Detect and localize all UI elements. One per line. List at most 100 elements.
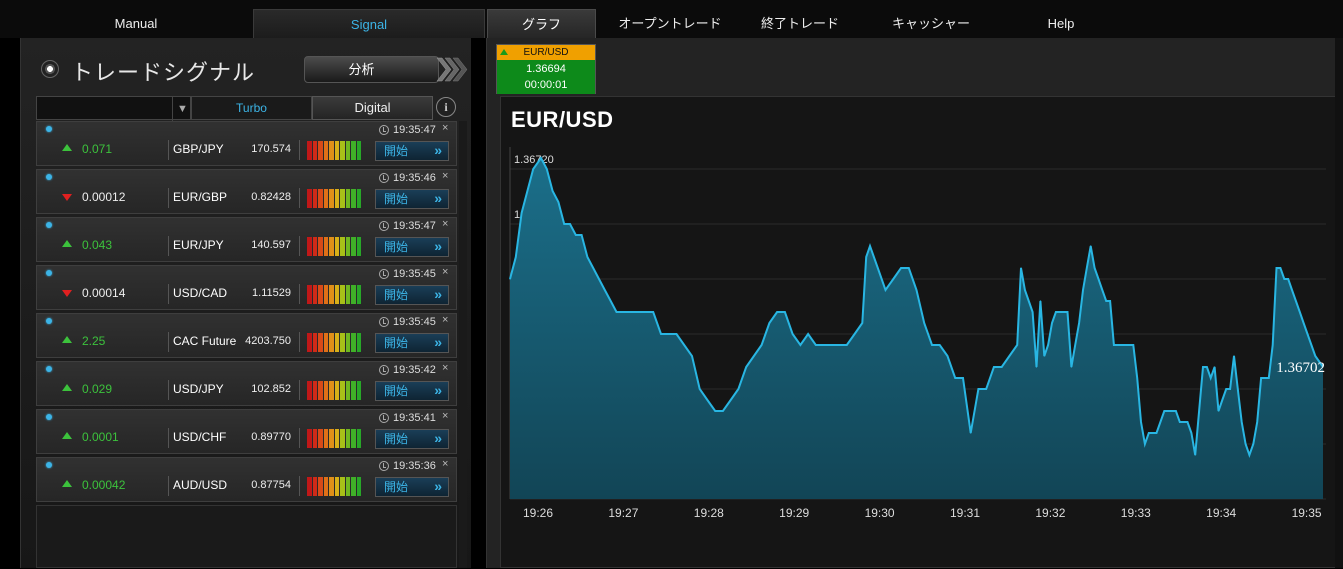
tab-signal[interactable]: Signal [253,9,485,38]
price-point [892,278,894,280]
price-point [526,190,528,192]
analyze-button[interactable]: 分析 [304,56,439,83]
chevron-down-icon[interactable]: ▼ [172,97,192,121]
start-button[interactable]: 開始 [375,477,449,497]
signal-row[interactable]: 19:35:47 × 0.071 GBP/JPY 170.574 開始 [36,121,457,166]
price-point [799,344,801,346]
price-point [1074,344,1076,346]
strength-bar [307,429,312,448]
tab-cashier[interactable]: キャッシャー [862,9,1000,38]
start-button[interactable]: 開始 [375,237,449,257]
radio-icon[interactable] [41,60,59,78]
strength-bar [307,285,312,304]
start-button[interactable]: 開始 [375,333,449,353]
tab-turbo[interactable]: Turbo [191,96,312,120]
strength-bar [323,237,328,256]
signal-row[interactable]: 19:35:47 × 0.043 EUR/JPY 140.597 開始 [36,217,457,262]
start-button[interactable]: 開始 [375,189,449,209]
strength-bar [329,477,334,496]
price-point [1167,410,1169,412]
signal-change: 2.25 [82,334,106,348]
price-point [939,344,941,346]
divider [168,380,169,400]
close-icon[interactable]: × [442,122,448,134]
signal-change: 0.071 [82,142,113,156]
strength-bar [318,141,323,160]
signal-list-scrollbar[interactable] [459,121,467,568]
close-icon[interactable]: × [442,314,448,326]
price-point [915,289,918,291]
signal-row[interactable]: 19:35:46 × 0.00012 EUR/GBP 0.82428 開始 [36,169,457,214]
tab-closed-trades[interactable]: 終了トレード [740,9,860,38]
divider [168,428,169,448]
price-point [884,289,887,291]
price-point [1008,355,1010,357]
signal-price: 102.852 [251,383,291,395]
price-point [1125,344,1127,346]
signal-row[interactable]: 19:35:36 × 0.00042 AUD/USD 0.87754 開始 [36,457,457,502]
price-point [1128,344,1130,346]
strength-bar [318,381,323,400]
strength-bar [345,189,350,208]
clock-icon [379,125,389,135]
tab-digital[interactable]: Digital [312,96,433,120]
price-point [1221,399,1223,401]
close-icon[interactable]: × [442,266,448,278]
info-icon[interactable]: i [436,97,456,117]
close-icon[interactable]: × [442,362,448,374]
x-tick-label: 19:33 [1121,506,1151,520]
price-point [1260,377,1262,379]
divider [299,236,300,256]
price-point [637,311,639,313]
start-button[interactable]: 開始 [375,381,449,401]
strength-meter [307,381,361,400]
strength-bar [356,429,361,448]
signal-row[interactable]: 19:35:45 × 2.25 CAC Future 4203.750 開始 [36,313,457,358]
close-icon[interactable]: × [442,410,448,422]
price-point [575,234,577,236]
divider [168,332,169,352]
price-point [745,366,747,368]
price-point [1148,432,1150,434]
close-icon[interactable]: × [442,218,448,230]
price-point [1070,366,1072,368]
tab-manual[interactable]: Manual [20,9,252,38]
tab-open-trades[interactable]: オープントレード [600,9,740,38]
start-button[interactable]: 開始 [375,429,449,449]
price-point [652,311,654,313]
strength-bar [312,189,317,208]
start-button[interactable]: 開始 [375,141,449,161]
x-tick-label: 19:27 [608,506,638,520]
divider [168,188,169,208]
ticker-box[interactable]: EUR/USD 1.36694 00:00:01 [496,44,596,94]
strength-bar [345,141,350,160]
status-dot-icon [46,318,52,324]
strength-bar [334,429,339,448]
strength-bar [312,477,317,496]
price-point [1132,344,1134,346]
price-point [1314,355,1316,357]
asset-filter-dropdown[interactable]: ▼ [36,96,192,121]
price-point [768,322,770,324]
clock-icon [379,365,389,375]
signal-row[interactable]: 19:35:41 × 0.0001 USD/CHF 0.89770 開始 [36,409,457,454]
signal-row[interactable]: 19:35:45 × 0.00014 USD/CAD 1.11529 開始 [36,265,457,310]
price-point [540,157,542,159]
strength-bar [312,333,317,352]
start-button[interactable]: 開始 [375,285,449,305]
close-icon[interactable]: × [442,170,448,182]
strength-bar [329,237,334,256]
tab-graph[interactable]: グラフ [487,9,596,38]
price-chart[interactable]: 1.366901.366951.367001.367051.367101.367… [501,97,1340,569]
signal-price: 170.574 [251,143,291,155]
price-point [865,256,867,258]
price-point [691,355,693,357]
strength-bar [323,477,328,496]
signal-row[interactable]: 19:35:42 × 0.029 USD/JPY 102.852 開始 [36,361,457,406]
tab-help[interactable]: Help [1000,9,1122,38]
signal-pair: EUR/JPY [173,238,224,252]
price-point [610,300,612,302]
signal-time: 19:35:45 [393,316,436,328]
close-icon[interactable]: × [442,458,448,470]
page-scrollbar[interactable] [1335,38,1343,568]
